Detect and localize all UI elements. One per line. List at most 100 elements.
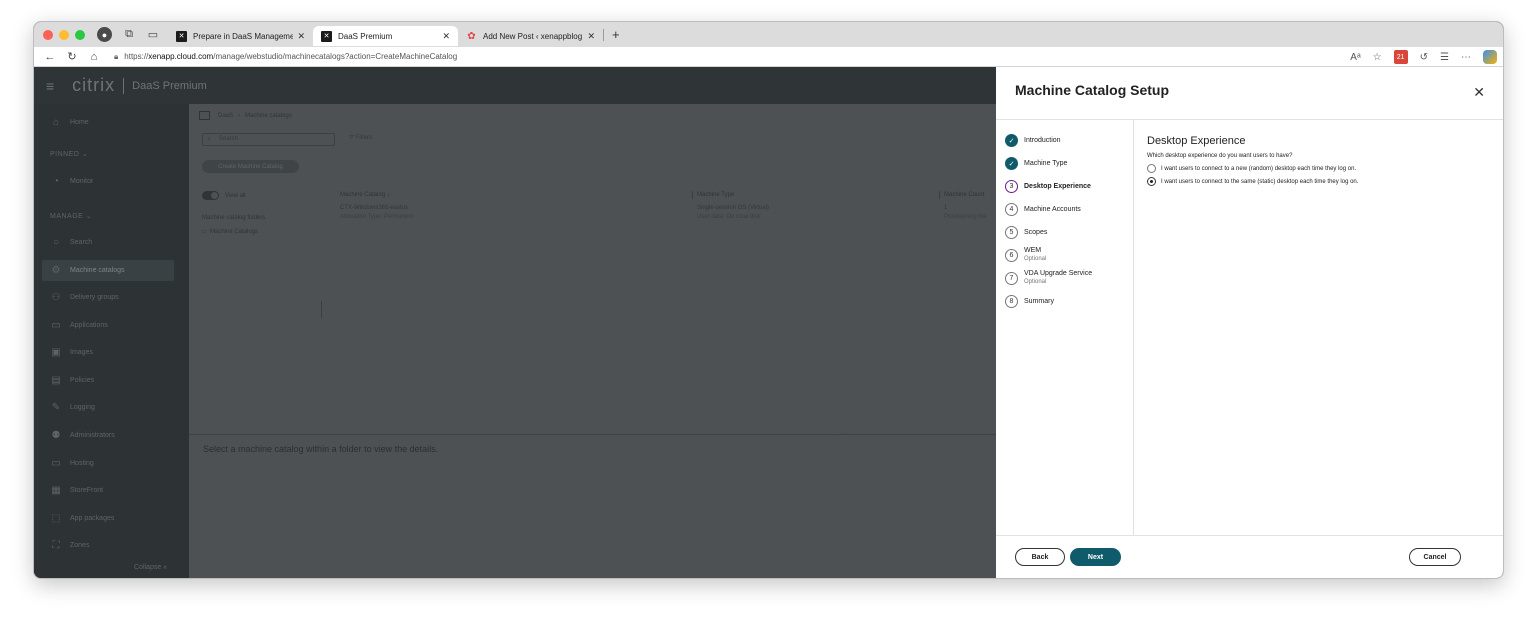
reload-icon[interactable]: ↻ [66, 50, 78, 63]
radio-button[interactable] [1147, 164, 1156, 173]
minimize-window-button[interactable] [59, 29, 69, 40]
footer-divider [996, 535, 1503, 536]
table-row[interactable]: CTX-Windows365-eastus [340, 205, 408, 211]
step-scopes[interactable]: 5 Scopes [1005, 226, 1047, 239]
menu-icon[interactable]: ≡ [46, 78, 54, 94]
sidebar-item-administrators[interactable]: ⚉ Administrators [42, 425, 174, 446]
option-static-desktop[interactable]: I want users to connect to the same (sta… [1147, 177, 1358, 186]
close-tab-icon[interactable]: ✕ [297, 31, 305, 42]
pane-splitter[interactable] [321, 301, 322, 318]
citrix-favicon-icon: ✕ [176, 30, 187, 42]
sidebar-item-images[interactable]: ▣ Images [42, 342, 174, 363]
row-machine-type: Single-session OS (Virtual) [697, 205, 769, 211]
url-path: /manage/webstudio/machinecatalogs?action… [213, 52, 458, 61]
sidebar-item-app-packages[interactable]: ⬚ App packages [42, 508, 174, 529]
close-tab-icon[interactable]: ✕ [587, 31, 595, 42]
read-aloud-icon[interactable]: Aᵃ [1350, 52, 1360, 63]
back-button[interactable]: Back [1015, 548, 1065, 566]
option-label: I want users to connect to the same (sta… [1161, 178, 1359, 185]
step-label: Introduction [1024, 137, 1061, 144]
home-icon[interactable]: ⌂ [88, 51, 100, 63]
applications-icon: ▭ [51, 320, 61, 331]
extension-badge-icon[interactable]: 21 [1393, 50, 1408, 64]
administrators-icon: ⚉ [51, 430, 61, 441]
maximize-window-button[interactable] [75, 29, 85, 40]
filters-button[interactable]: ⛛ Filters [349, 135, 372, 142]
close-icon[interactable]: ✕ [1473, 84, 1485, 101]
folders-label: Machine catalog folders [202, 215, 266, 221]
extension-icon[interactable]: ↺ [1420, 52, 1428, 63]
column-header-machine-catalog[interactable]: Machine Catalog ↓ [340, 192, 390, 198]
url-field[interactable]: 🔒︎ https://xenapp.cloud.com/manage/webst… [114, 52, 457, 62]
sidebar-item-storefront[interactable]: ▦ StoreFront [42, 480, 174, 501]
sidebar-item-search[interactable]: ○ Search [42, 232, 174, 253]
tab-prepare-daas[interactable]: ✕ Prepare in DaaS Management ( ✕ [168, 26, 313, 46]
create-machine-catalog-button[interactable]: Create Machine Catalog [202, 160, 299, 173]
option-random-desktop[interactable]: I want users to connect to a new (random… [1147, 164, 1356, 173]
sidebar-item-label: App packages [70, 515, 115, 522]
tab-daas-premium[interactable]: ✕ DaaS Premium ✕ [313, 26, 458, 46]
step-label: Machine Type [1024, 160, 1068, 167]
tab-add-new-post[interactable]: ✿ Add New Post ‹ xenappblog — ✕ [458, 26, 603, 46]
new-tab-icon[interactable]: + [612, 27, 620, 42]
cancel-button[interactable]: Cancel [1409, 548, 1461, 566]
step-wem[interactable]: 6 WEM Optional [1005, 246, 1046, 263]
breadcrumb-root[interactable]: DaaS [218, 113, 233, 119]
step-machine-type[interactable]: ✓ Machine Type [1005, 157, 1067, 170]
step-introduction[interactable]: ✓ Introduction [1005, 134, 1061, 147]
step-vda-upgrade-service[interactable]: 7 VDA Upgrade Service Optional [1005, 269, 1092, 286]
panel-toggle-icon[interactable] [199, 111, 210, 120]
tab-actions-icon[interactable]: ▭ [146, 28, 160, 42]
tab-separator [603, 28, 604, 41]
close-tab-icon[interactable]: ✕ [442, 31, 450, 42]
sidebar-item-label: Logging [70, 404, 95, 411]
workspaces-icon[interactable]: ⧉ [122, 28, 136, 42]
sidebar-item-delivery-groups[interactable]: ⚇ Delivery groups [42, 287, 174, 308]
citrix-favicon-icon: ✕ [321, 30, 332, 42]
sidebar-item-machine-catalogs[interactable]: ⚙ Machine catalogs [42, 260, 174, 281]
close-window-button[interactable] [43, 29, 53, 40]
view-all-toggle[interactable] [202, 191, 219, 200]
sidebar-item-zones[interactable]: ⛶ Zones [42, 535, 174, 556]
step-machine-accounts[interactable]: 4 Machine Accounts [1005, 203, 1081, 216]
sidebar-item-monitor[interactable]: ◔ Monitor [42, 171, 174, 192]
sidebar-item-hosting[interactable]: ▭ Hosting [42, 453, 174, 474]
step-desktop-experience[interactable]: 3 Desktop Experience [1005, 180, 1091, 193]
search-input[interactable]: ⌕ Search [202, 133, 335, 146]
column-header-machine-count[interactable]: Machine Count [944, 192, 984, 198]
logging-icon: ✎ [51, 402, 61, 413]
zones-icon: ⛶ [52, 540, 60, 551]
favorites-list-icon[interactable]: ☰ [1440, 52, 1449, 63]
step-number: 6 [1005, 249, 1018, 262]
browser-window: ● ⧉ ▭ ✕ Prepare in DaaS Management ( ✕ ✕… [33, 21, 1504, 579]
splitter-handle-icon[interactable]: ···· [839, 431, 847, 437]
step-label: Machine Accounts [1024, 206, 1081, 213]
column-separator [692, 191, 693, 199]
url-host: xenapp.cloud.com [148, 52, 214, 61]
sidebar-item-label: StoreFront [70, 487, 104, 494]
folder-machine-catalogs[interactable]: ▭ Machine Catalogs [201, 228, 258, 235]
copilot-icon[interactable] [1483, 50, 1497, 64]
manage-heading[interactable]: MANAGE ⌄ [50, 212, 92, 220]
sidebar-item-label: Applications [70, 322, 108, 329]
sidebar-item-logging[interactable]: ✎ Logging [42, 397, 174, 418]
collapse-sidebar-button[interactable]: Collapse « [134, 564, 167, 571]
folder-icon: ▭ [201, 229, 207, 235]
profile-icon[interactable]: ● [97, 27, 112, 42]
sidebar-item-applications[interactable]: ▭ Applications [42, 315, 174, 336]
sidebar-item-policies[interactable]: ▤ Policies [42, 370, 174, 391]
column-header-machine-type[interactable]: Machine Type [697, 192, 734, 198]
back-arrow-icon[interactable]: ← [44, 51, 56, 63]
row-provisioning: Provisioning me [944, 214, 987, 220]
more-options-icon[interactable]: ⋯ [1461, 52, 1471, 63]
step-optional: Optional [1024, 256, 1047, 262]
favorite-star-icon[interactable]: ☆ [1373, 52, 1382, 63]
radio-button-selected[interactable] [1147, 177, 1156, 186]
step-summary[interactable]: 8 Summary [1005, 295, 1054, 308]
option-label: I want users to connect to a new (random… [1161, 165, 1357, 172]
page-heading: Desktop Experience [1147, 135, 1246, 147]
detail-splitter[interactable] [189, 434, 996, 435]
sidebar-item-home[interactable]: ⌂ Home [42, 112, 174, 133]
next-button[interactable]: Next [1070, 548, 1121, 566]
pinned-heading[interactable]: PINNED ⌄ [50, 150, 88, 158]
